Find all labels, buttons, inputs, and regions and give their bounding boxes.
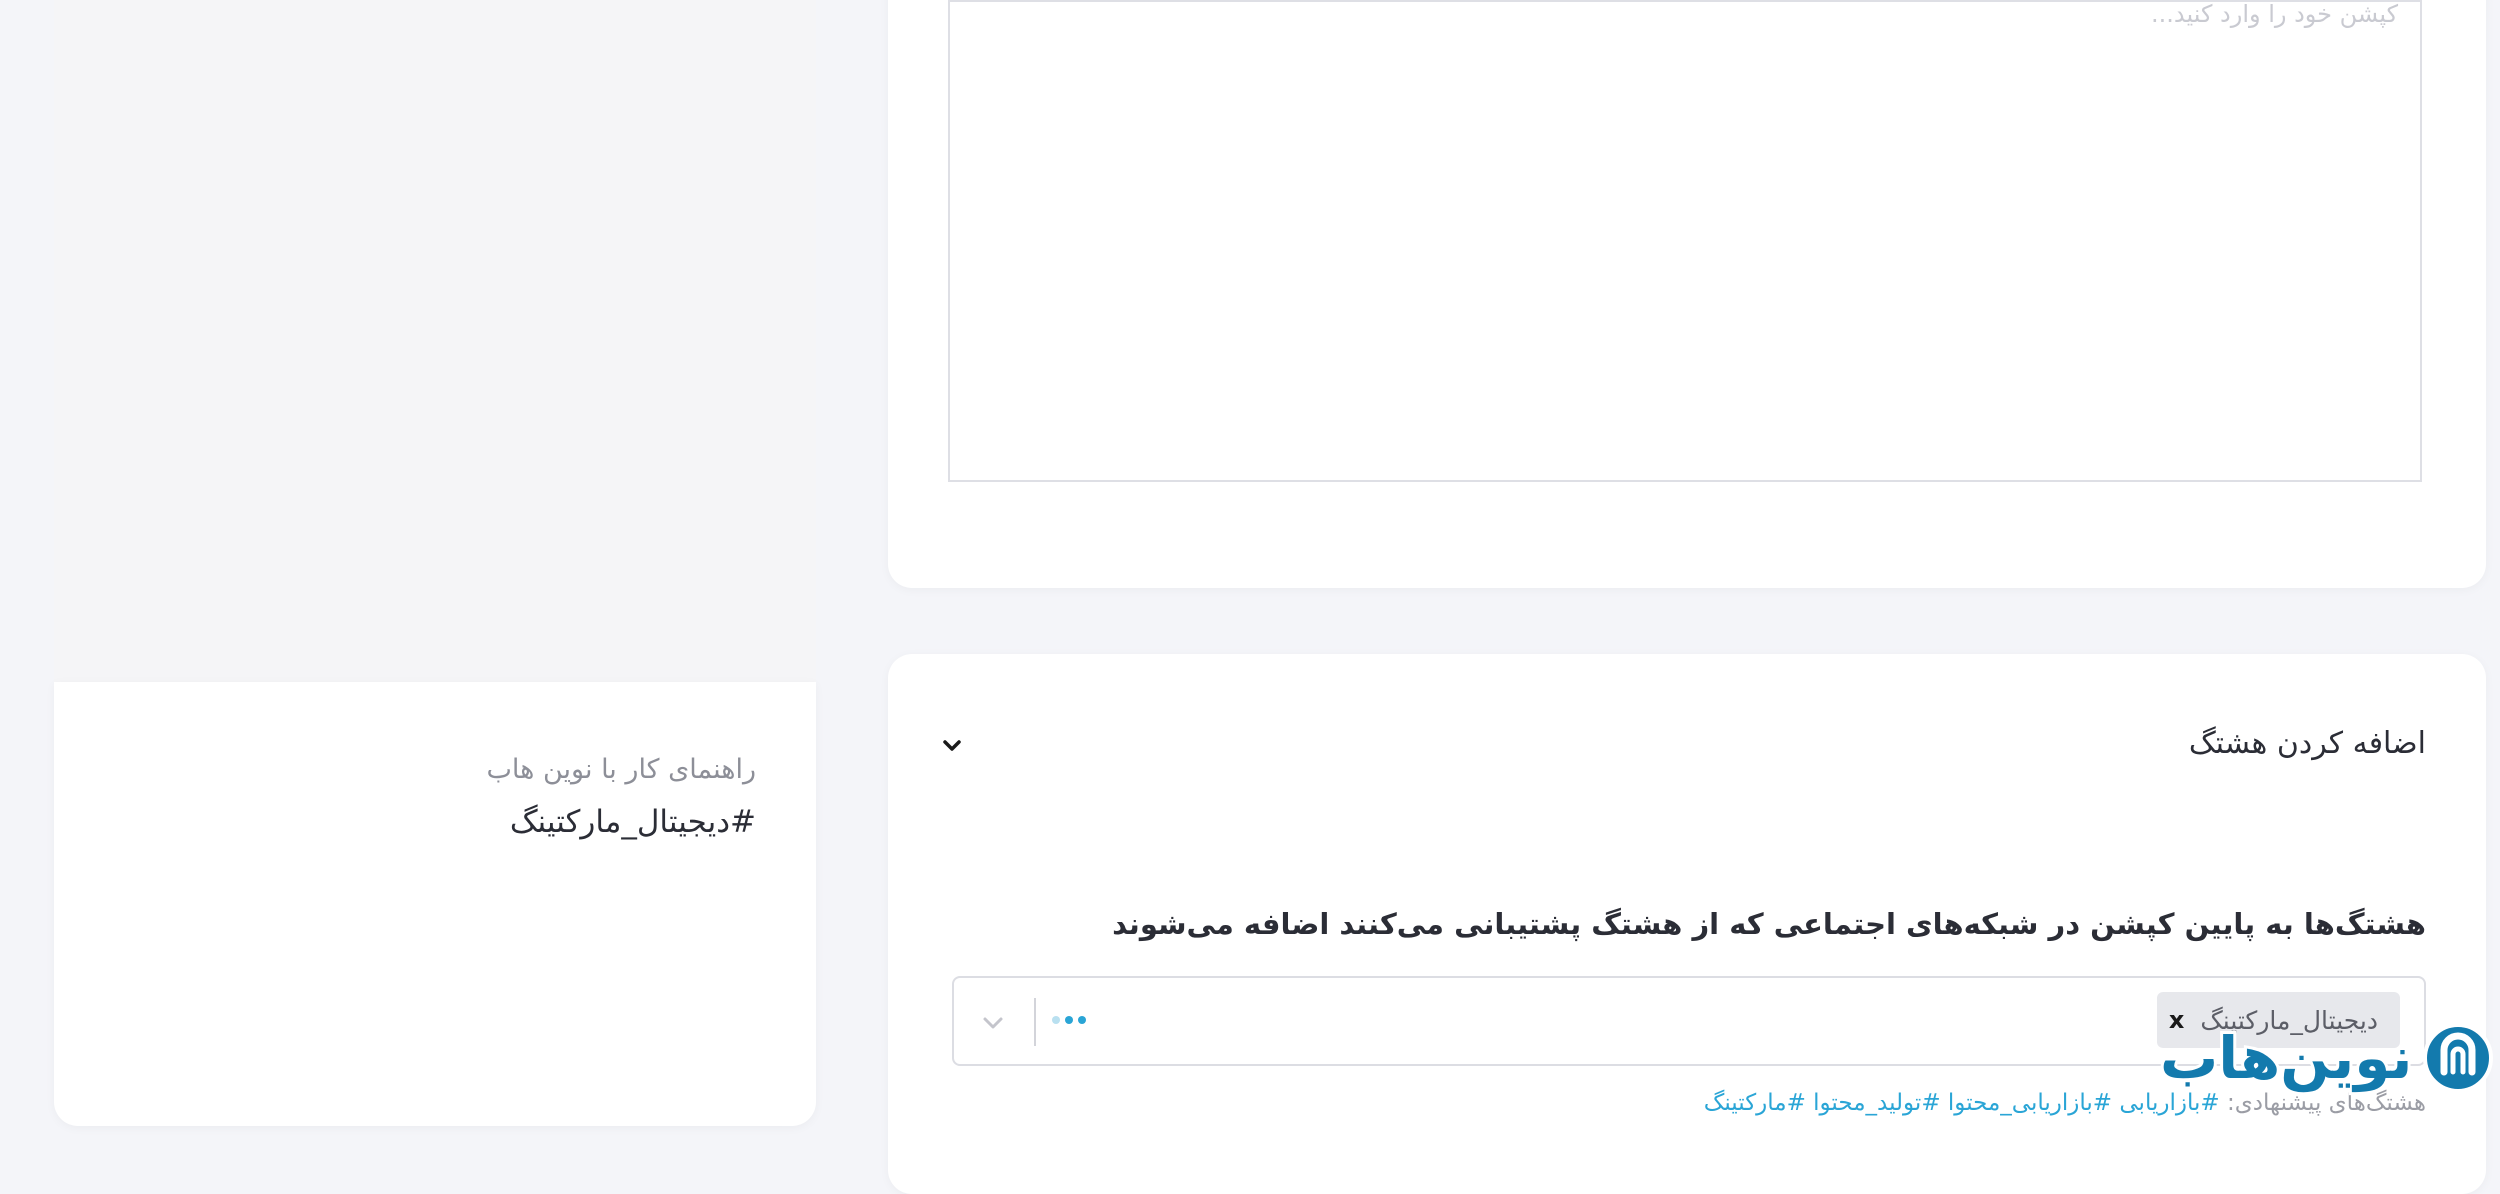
caption-placeholder: کپشن خود را وارد کنید... xyxy=(2151,0,2398,28)
preview-hashtag: #دیجیتال_مارکتینگ xyxy=(509,804,756,840)
logo-icon xyxy=(2423,1023,2494,1093)
preview-title: راهنمای کار با نوین هاب xyxy=(486,754,757,785)
hashtag-description: هشتگ‌ها به پایین کپشن در شبکه‌های اجتماع… xyxy=(1112,907,2426,941)
select-divider xyxy=(1034,998,1036,1046)
post-preview-card: راهنمای کار با نوین هاب #دیجیتال_مارکتین… xyxy=(54,682,816,1126)
loading-indicator xyxy=(1052,1016,1086,1024)
hashtag-section-title[interactable]: اضافه کردن هشتگ xyxy=(2189,726,2426,761)
loading-dot xyxy=(1052,1016,1060,1024)
brand-watermark: نوین‌هاب xyxy=(2157,1018,2494,1098)
hashtag-card: اضافه کردن هشتگ هشتگ‌ها به پایین کپشن در… xyxy=(888,654,2486,1194)
chevron-down-icon[interactable] xyxy=(978,1008,1008,1038)
brand-logo-text: نوین‌هاب xyxy=(2157,1024,2415,1092)
caption-textarea[interactable]: کپشن خود را وارد کنید... xyxy=(948,0,2422,482)
suggested-hashtags-list[interactable]: #بازاریابی #بازاریابی_محتوا #تولید_محتوا… xyxy=(1704,1090,2220,1116)
post-preview-image-area xyxy=(54,0,816,682)
loading-dot xyxy=(1078,1016,1086,1024)
caption-card: کپشن خود را وارد کنید... xyxy=(888,0,2486,588)
loading-dot xyxy=(1065,1016,1073,1024)
chevron-down-icon[interactable] xyxy=(940,734,964,758)
